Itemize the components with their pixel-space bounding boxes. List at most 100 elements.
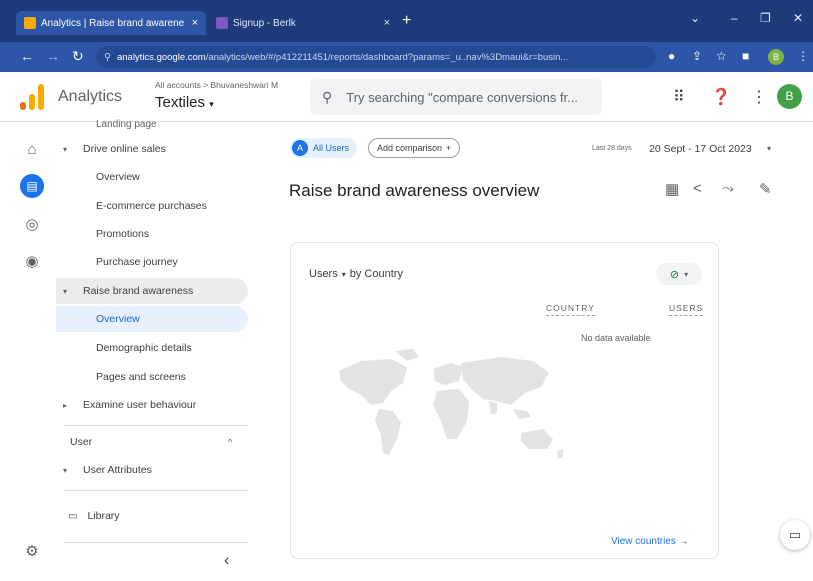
chevron-down-icon[interactable]: ▾	[767, 144, 771, 153]
help-icon[interactable]: ❓	[711, 87, 731, 107]
property-name: Textiles	[155, 94, 206, 111]
share-icon[interactable]: <	[693, 180, 702, 197]
forward-icon[interactable]: →	[46, 48, 60, 64]
no-data-message: No data available	[581, 333, 651, 343]
avatar[interactable]: B	[777, 84, 802, 109]
feedback-icon[interactable]: ▭	[780, 520, 810, 550]
advertising-icon[interactable]: ◉	[22, 252, 42, 272]
browser-profile-avatar[interactable]: B	[768, 49, 784, 65]
close-tab-icon[interactable]: ×	[192, 17, 198, 29]
tab-analytics[interactable]: Analytics | Raise brand awarene ×	[16, 11, 206, 35]
analytics-favicon	[24, 17, 36, 29]
browser-menu-icon[interactable]: ⋮	[797, 49, 809, 63]
metric-selector: Users	[309, 268, 338, 280]
nav-item-label: Overview	[96, 313, 140, 325]
nav-section-user[interactable]: User ^	[56, 429, 248, 455]
address-bar[interactable]: ⚲ analytics.google.com /analytics/web/#/…	[96, 46, 656, 68]
nav-item-landing-page[interactable]: Landing page	[96, 119, 157, 130]
settings-icon[interactable]: ⚙	[22, 542, 42, 562]
back-icon[interactable]: ←	[20, 48, 34, 64]
close-window-icon[interactable]: ✕	[793, 11, 803, 25]
library-folder-icon: ▭	[68, 510, 78, 522]
nav-item-label: Demographic details	[96, 342, 192, 354]
plus-icon: +	[446, 143, 452, 153]
caret-right-icon: ▸	[63, 400, 68, 410]
nav-item-pages-and-screens[interactable]: Pages and screens	[56, 364, 248, 390]
nav-item-label: Library	[87, 510, 120, 522]
view-countries-link[interactable]: View countries →	[611, 536, 689, 547]
nav-item-label: E-commerce purchases	[96, 200, 207, 212]
home-icon[interactable]: ⌂	[22, 140, 42, 160]
nav-item-overview[interactable]: Overview	[56, 164, 248, 190]
left-rail: ⌂ ▤ ◎ ◉ ⚙	[0, 122, 56, 581]
nav-group-raise-brand-awareness[interactable]: ▾ Raise brand awareness	[56, 278, 248, 304]
nav-item-label: Raise brand awareness	[83, 285, 194, 297]
nav-item-label: Pages and screens	[96, 371, 186, 383]
reports-nav: Landing page ▾ Drive online sales Overvi…	[56, 119, 256, 581]
report-main: A All Users Add comparison + Last 28 day…	[256, 122, 813, 581]
chevron-down-icon: ▾	[341, 270, 346, 279]
page-title: Raise brand awareness overview	[289, 181, 540, 200]
nav-group-drive-online-sales[interactable]: ▾ Drive online sales	[56, 136, 248, 162]
new-tab-button[interactable]: +	[402, 12, 411, 30]
collapse-nav-icon[interactable]: ‹	[224, 552, 229, 570]
signup-favicon	[216, 17, 228, 29]
nav-group-user-attributes[interactable]: ▾ User Attributes	[56, 457, 248, 483]
browser-toolbar: ← → ↻ ⚲ analytics.google.com /analytics/…	[0, 42, 813, 72]
incognito-icon[interactable]: ●	[668, 49, 675, 63]
nav-divider	[64, 490, 248, 491]
chevron-down-icon: ▾	[209, 99, 214, 109]
segment-letter: A	[292, 140, 308, 156]
bookmark-star-icon[interactable]: ☆	[716, 49, 727, 63]
insights-icon[interactable]: ⤳	[722, 180, 734, 197]
add-comparison-button[interactable]: Add comparison +	[368, 138, 461, 158]
reports-icon[interactable]: ▤	[20, 174, 44, 198]
nav-divider	[64, 425, 248, 426]
tab-search-icon[interactable]: ⌄	[690, 11, 700, 25]
customize-report-icon[interactable]: ▦	[665, 180, 679, 198]
maximize-icon[interactable]: ❐	[760, 11, 771, 25]
caret-down-icon: ▾	[63, 286, 68, 296]
column-header-country[interactable]: COUNTRY	[546, 303, 595, 316]
tab-title: Signup - Berlk	[233, 17, 296, 29]
arrow-right-icon: →	[678, 536, 689, 547]
lock-icon: ⚲	[104, 51, 111, 63]
dimension-label: by Country	[349, 268, 403, 280]
side-panel-icon[interactable]: ■	[742, 49, 749, 63]
nav-item-overview-selected[interactable]: Overview	[56, 306, 248, 332]
segment-chip[interactable]: A All Users	[290, 138, 358, 158]
analytics-header: Analytics All accounts > Bhuvaneshwari M…	[0, 72, 813, 122]
app-name: Analytics	[58, 88, 123, 105]
search-input[interactable]: ⚲ Try searching "compare conversions fr.…	[310, 79, 602, 115]
nav-item-promotions[interactable]: Promotions	[56, 221, 248, 247]
tab-title: Analytics | Raise brand awarene	[41, 17, 185, 29]
account-breadcrumb[interactable]: All accounts > Bhuvaneshwari M	[155, 80, 278, 90]
apps-icon[interactable]: ⠿	[673, 87, 685, 107]
section-label: User	[70, 436, 93, 448]
more-icon[interactable]: ⋮	[751, 87, 767, 107]
property-selector[interactable]: Textiles ▾	[155, 94, 214, 111]
nav-item-ecommerce-purchases[interactable]: E-commerce purchases	[56, 193, 248, 219]
users-by-country-card: Users ▾ by Country ⊘ ▾ COUNTRY USERS No da…	[290, 242, 719, 559]
world-map	[339, 349, 563, 459]
reload-icon[interactable]: ↻	[72, 48, 84, 65]
date-range-picker[interactable]: 20 Sept - 17 Oct 2023	[649, 143, 752, 155]
card-status-chip[interactable]: ⊘ ▾	[656, 263, 702, 285]
share-page-icon[interactable]: ⇪	[692, 49, 702, 63]
search-icon: ⚲	[322, 88, 333, 105]
tab-signup[interactable]: Signup - Berlk ×	[208, 11, 398, 35]
nav-divider	[64, 542, 248, 543]
nav-item-demographic-details[interactable]: Demographic details	[56, 335, 248, 361]
column-header-users[interactable]: USERS	[669, 303, 704, 316]
explore-icon[interactable]: ◎	[22, 215, 42, 235]
close-tab-icon[interactable]: ×	[384, 17, 390, 29]
edit-icon[interactable]: ✎	[759, 180, 772, 198]
chevron-down-icon: ▾	[684, 269, 689, 279]
nav-item-label: Examine user behaviour	[83, 399, 197, 411]
nav-group-examine-user-behaviour[interactable]: ▸ Examine user behaviour	[56, 392, 248, 418]
card-title[interactable]: Users ▾ by Country	[309, 268, 403, 280]
minimize-icon[interactable]: –	[731, 11, 738, 25]
nav-item-library[interactable]: ▭ Library	[56, 503, 248, 529]
check-circle-icon: ⊘	[669, 268, 680, 281]
nav-item-purchase-journey[interactable]: Purchase journey	[56, 249, 248, 275]
